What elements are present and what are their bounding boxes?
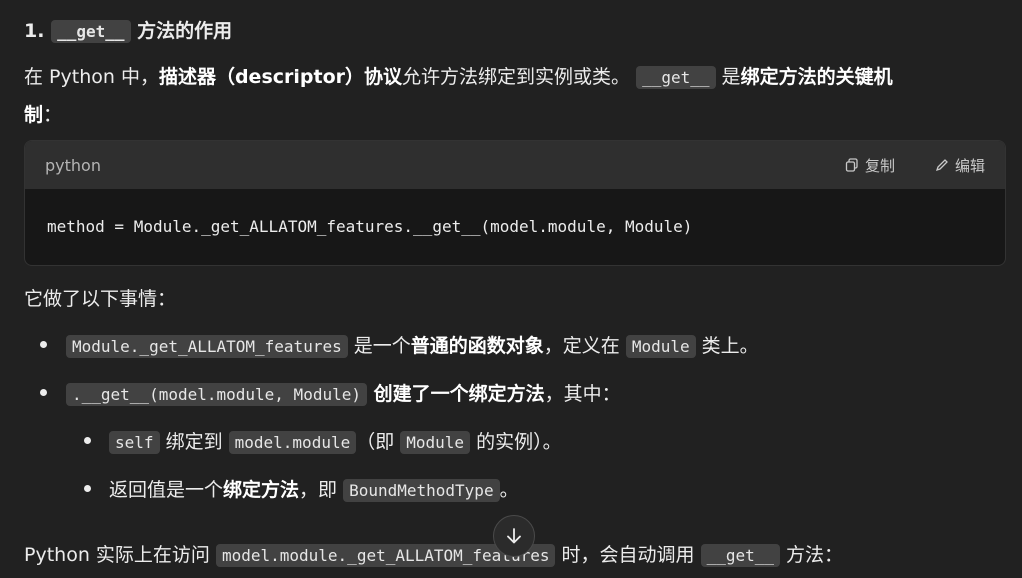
- list-item-text-3: 类上。: [695, 335, 759, 357]
- edit-icon: [935, 159, 948, 172]
- intro-text-2: 允许方法绑定到实例或类。: [402, 66, 631, 88]
- scroll-to-bottom-button[interactable]: [493, 515, 535, 557]
- sub-item-bold: 绑定方法: [223, 479, 300, 501]
- list-item: .__get__(model.module, Module) 创建了一个绑定方法…: [66, 379, 621, 406]
- sub-bullet-dot: [84, 485, 91, 492]
- code-block: python 复制 编辑 method = Module._get_ALLATO…: [24, 140, 1006, 266]
- sub-item-text: 绑定到: [159, 431, 229, 453]
- edit-button[interactable]: 编辑: [935, 155, 985, 176]
- list-item-text: ，其中：: [544, 383, 621, 405]
- sub-item-code: self: [109, 431, 160, 454]
- code-block-header: python 复制 编辑: [25, 141, 1005, 189]
- list-item-bold: 创建了一个绑定方法: [366, 383, 545, 405]
- list-item: Module._get_ALLATOM_features 是一个普通的函数对象，…: [66, 331, 759, 358]
- final-paragraph: Python 实际上在访问 model.module._get_ALLATOM_…: [24, 540, 843, 567]
- sub-item-code-3: Module: [400, 431, 471, 454]
- heading-text: 方法的作用: [137, 20, 233, 42]
- final-code-2: __get__: [700, 544, 780, 567]
- copy-button[interactable]: 复制: [845, 155, 895, 176]
- bullet-dot: [40, 341, 47, 348]
- heading-code: __get__: [51, 20, 131, 43]
- copy-icon: [845, 158, 858, 172]
- list-item-code: .__get__(model.module, Module): [66, 383, 367, 406]
- intro-text: 在 Python 中，: [24, 66, 159, 88]
- sub-item-text: 返回值是一个: [109, 479, 224, 501]
- list-item-code-2: Module: [625, 335, 696, 358]
- intro-paragraph-line2: 制：: [24, 100, 62, 127]
- sub-item-text-3: 。: [499, 479, 519, 501]
- copy-label: 复制: [864, 156, 895, 175]
- list-intro: 它做了以下事情：: [24, 288, 177, 310]
- sub-list-item: 返回值是一个绑定方法，即 BoundMethodType。: [109, 475, 519, 502]
- code-line: method = Module._get_ALLATOM_features.__…: [47, 217, 693, 236]
- edit-label: 编辑: [954, 156, 985, 175]
- list-item-text: 是一个: [347, 335, 411, 357]
- list-item-bold: 普通的函数对象: [410, 335, 544, 357]
- sub-list-item: self 绑定到 model.module （即 Module 的实例）。: [109, 427, 562, 454]
- intro-bold: 描述器（descriptor）协议: [158, 66, 403, 88]
- list-item-code: Module._get_ALLATOM_features: [66, 335, 348, 358]
- final-text-3: 方法：: [780, 544, 844, 566]
- intro-bold-2: 绑定方法的关键机: [740, 66, 893, 88]
- intro-bold-3: 制: [24, 104, 44, 126]
- sub-item-code: BoundMethodType: [343, 479, 500, 502]
- section-heading: 1. __get__ 方法的作用: [24, 16, 232, 43]
- code-language-label: python: [45, 155, 101, 175]
- heading-number: 1.: [24, 20, 45, 42]
- final-text: Python 实际上在访问: [24, 544, 216, 566]
- final-text-2: 时，会自动调用: [555, 544, 701, 566]
- intro-colon: ：: [43, 104, 63, 126]
- sub-item-text-2: ，即: [299, 479, 344, 501]
- sub-item-text-3: 的实例）。: [470, 431, 562, 453]
- arrow-down-icon: [507, 528, 521, 544]
- sub-item-text-2: （即: [356, 431, 401, 453]
- intro-text-3: 是: [715, 66, 741, 88]
- list-item-text-2: ，定义在: [543, 335, 626, 357]
- intro-code: __get__: [636, 66, 716, 89]
- sub-bullet-dot: [84, 437, 91, 444]
- sub-item-code-2: model.module: [228, 431, 357, 454]
- intro-paragraph: 在 Python 中，描述器（descriptor）协议允许方法绑定到实例或类。…: [24, 62, 893, 89]
- bullet-dot: [40, 389, 47, 396]
